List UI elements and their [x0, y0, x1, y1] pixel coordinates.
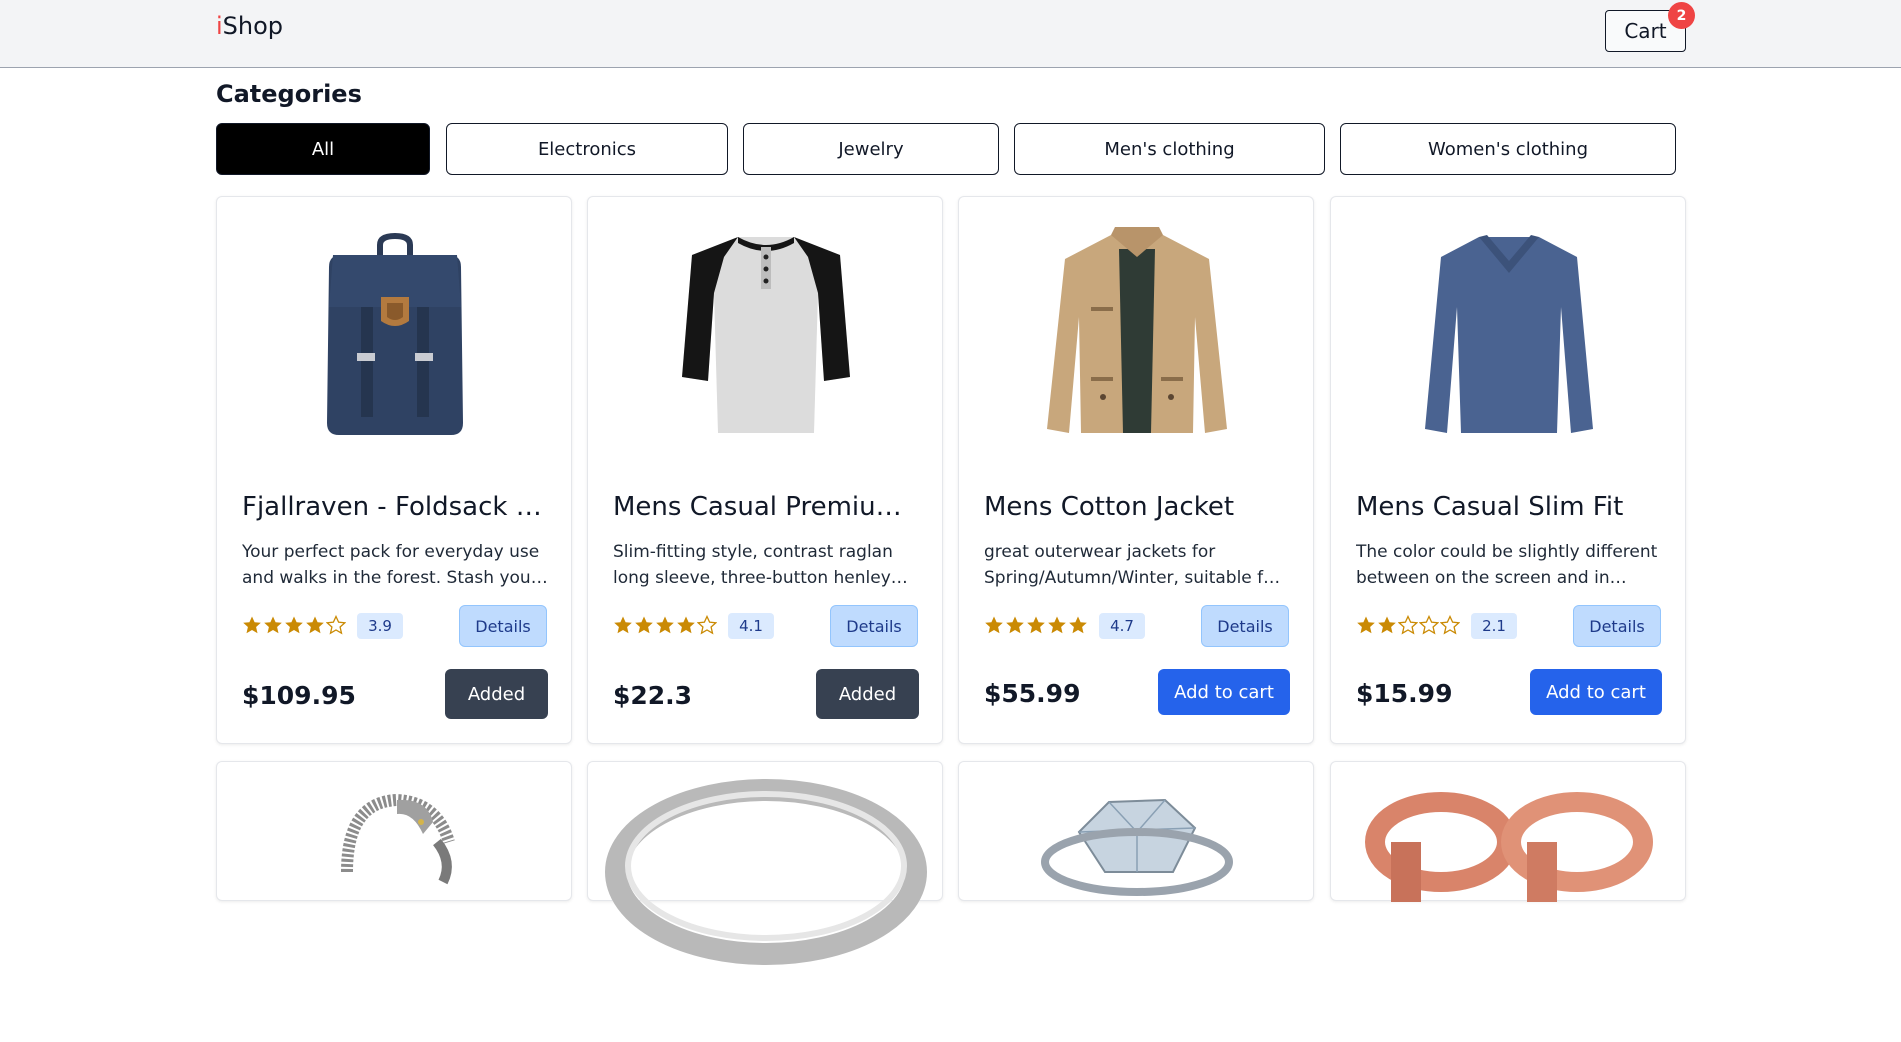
- product-title: Mens Casual Slim Fit: [1356, 492, 1624, 522]
- product-price: $22.3: [613, 681, 693, 710]
- cart-count-badge: 2: [1668, 2, 1695, 29]
- details-button[interactable]: Details: [830, 605, 918, 647]
- product-description: Your perfect pack for everyday use and w…: [242, 542, 540, 588]
- rating-badge: 4.7: [1099, 613, 1145, 639]
- product-card: Fjallraven - Foldsack No. 1 Backpack, Fi…: [216, 196, 572, 744]
- details-button[interactable]: Details: [1201, 605, 1289, 647]
- star-filled-icon: [635, 616, 653, 634]
- product-card: [587, 761, 943, 965]
- navbar: iShop Cart 2: [0, 0, 1901, 68]
- star-filled-icon: [1006, 616, 1024, 634]
- star-filled-icon: [1069, 616, 1087, 634]
- star-empty-icon: [697, 615, 717, 635]
- rating-badge: 3.9: [357, 613, 403, 639]
- add-to-cart-button[interactable]: Add to cart: [1530, 669, 1662, 715]
- brand-logo[interactable]: iShop: [216, 12, 283, 40]
- rating-stars: [1356, 615, 1460, 637]
- star-filled-icon: [1378, 616, 1396, 634]
- product-card: Mens Casual Slim Fit The color could be …: [1330, 196, 1686, 744]
- star-filled-icon: [306, 616, 324, 634]
- star-filled-icon: [243, 616, 261, 634]
- star-filled-icon: [285, 616, 303, 634]
- details-button[interactable]: Details: [1573, 605, 1661, 647]
- brand-accent: i: [216, 12, 223, 40]
- add-to-cart-button[interactable]: Add to cart: [1158, 669, 1290, 715]
- product-title: Fjallraven - Foldsack No. 1 Backpack, Fi…: [242, 492, 548, 522]
- rating-stars: [242, 615, 346, 637]
- star-empty-icon: [1440, 615, 1460, 635]
- rating-stars: [984, 615, 1088, 637]
- details-button[interactable]: Details: [459, 605, 547, 647]
- product-price: $55.99: [984, 679, 1081, 708]
- star-filled-icon: [656, 616, 674, 634]
- backpack-image[interactable]: [217, 197, 573, 477]
- rating-badge: 4.1: [728, 613, 774, 639]
- product-title: Mens Cotton Jacket: [984, 492, 1235, 522]
- category-electronics[interactable]: Electronics: [446, 123, 728, 175]
- star-filled-icon: [677, 616, 695, 634]
- star-filled-icon: [1027, 616, 1045, 634]
- product-card: [958, 761, 1314, 901]
- rating-stars: [613, 615, 717, 637]
- product-description: great outerwear jackets for Spring/Autum…: [984, 542, 1281, 588]
- added-to-cart-button[interactable]: Added: [816, 669, 919, 719]
- product-price: $109.95: [242, 681, 356, 710]
- henley-shirt-image[interactable]: [588, 197, 944, 477]
- star-empty-icon: [1419, 615, 1439, 635]
- star-empty-icon: [326, 615, 346, 635]
- product-card: Mens Casual Premium Slim Fit T-Shirts Sl…: [587, 196, 943, 744]
- category-mens-clothing[interactable]: Men's clothing: [1014, 123, 1325, 175]
- product-description: Slim-fitting style, contrast raglan long…: [613, 542, 893, 588]
- long-sleeve-shirt-image[interactable]: [1331, 197, 1687, 477]
- categories-title: Categories: [216, 80, 362, 108]
- star-filled-icon: [264, 616, 282, 634]
- silver-ring-image[interactable]: [588, 762, 944, 1042]
- category-jewelry[interactable]: Jewelry: [743, 123, 999, 175]
- product-price: $15.99: [1356, 679, 1453, 708]
- product-description: The color could be slightly different be…: [1356, 542, 1658, 588]
- star-filled-icon: [1357, 616, 1375, 634]
- product-card: [216, 761, 572, 901]
- product-card: Mens Cotton Jacket great outerwear jacke…: [958, 196, 1314, 744]
- diamond-ring-image[interactable]: [959, 762, 1315, 1042]
- added-to-cart-button[interactable]: Added: [445, 669, 548, 719]
- brand-name: Shop: [222, 12, 284, 40]
- product-card: [1330, 761, 1686, 902]
- star-filled-icon: [985, 616, 1003, 634]
- category-womens-clothing[interactable]: Women's clothing: [1340, 123, 1676, 175]
- star-filled-icon: [1048, 616, 1066, 634]
- category-all[interactable]: All: [216, 123, 430, 175]
- dragon-bracelet-image[interactable]: [217, 762, 573, 1042]
- rating-badge: 2.1: [1471, 613, 1517, 639]
- rose-gold-rings-image[interactable]: [1331, 762, 1687, 1042]
- star-filled-icon: [614, 616, 632, 634]
- cotton-jacket-image[interactable]: [959, 197, 1315, 477]
- star-empty-icon: [1398, 615, 1418, 635]
- product-title: Mens Casual Premium Slim Fit T-Shirts: [613, 492, 919, 522]
